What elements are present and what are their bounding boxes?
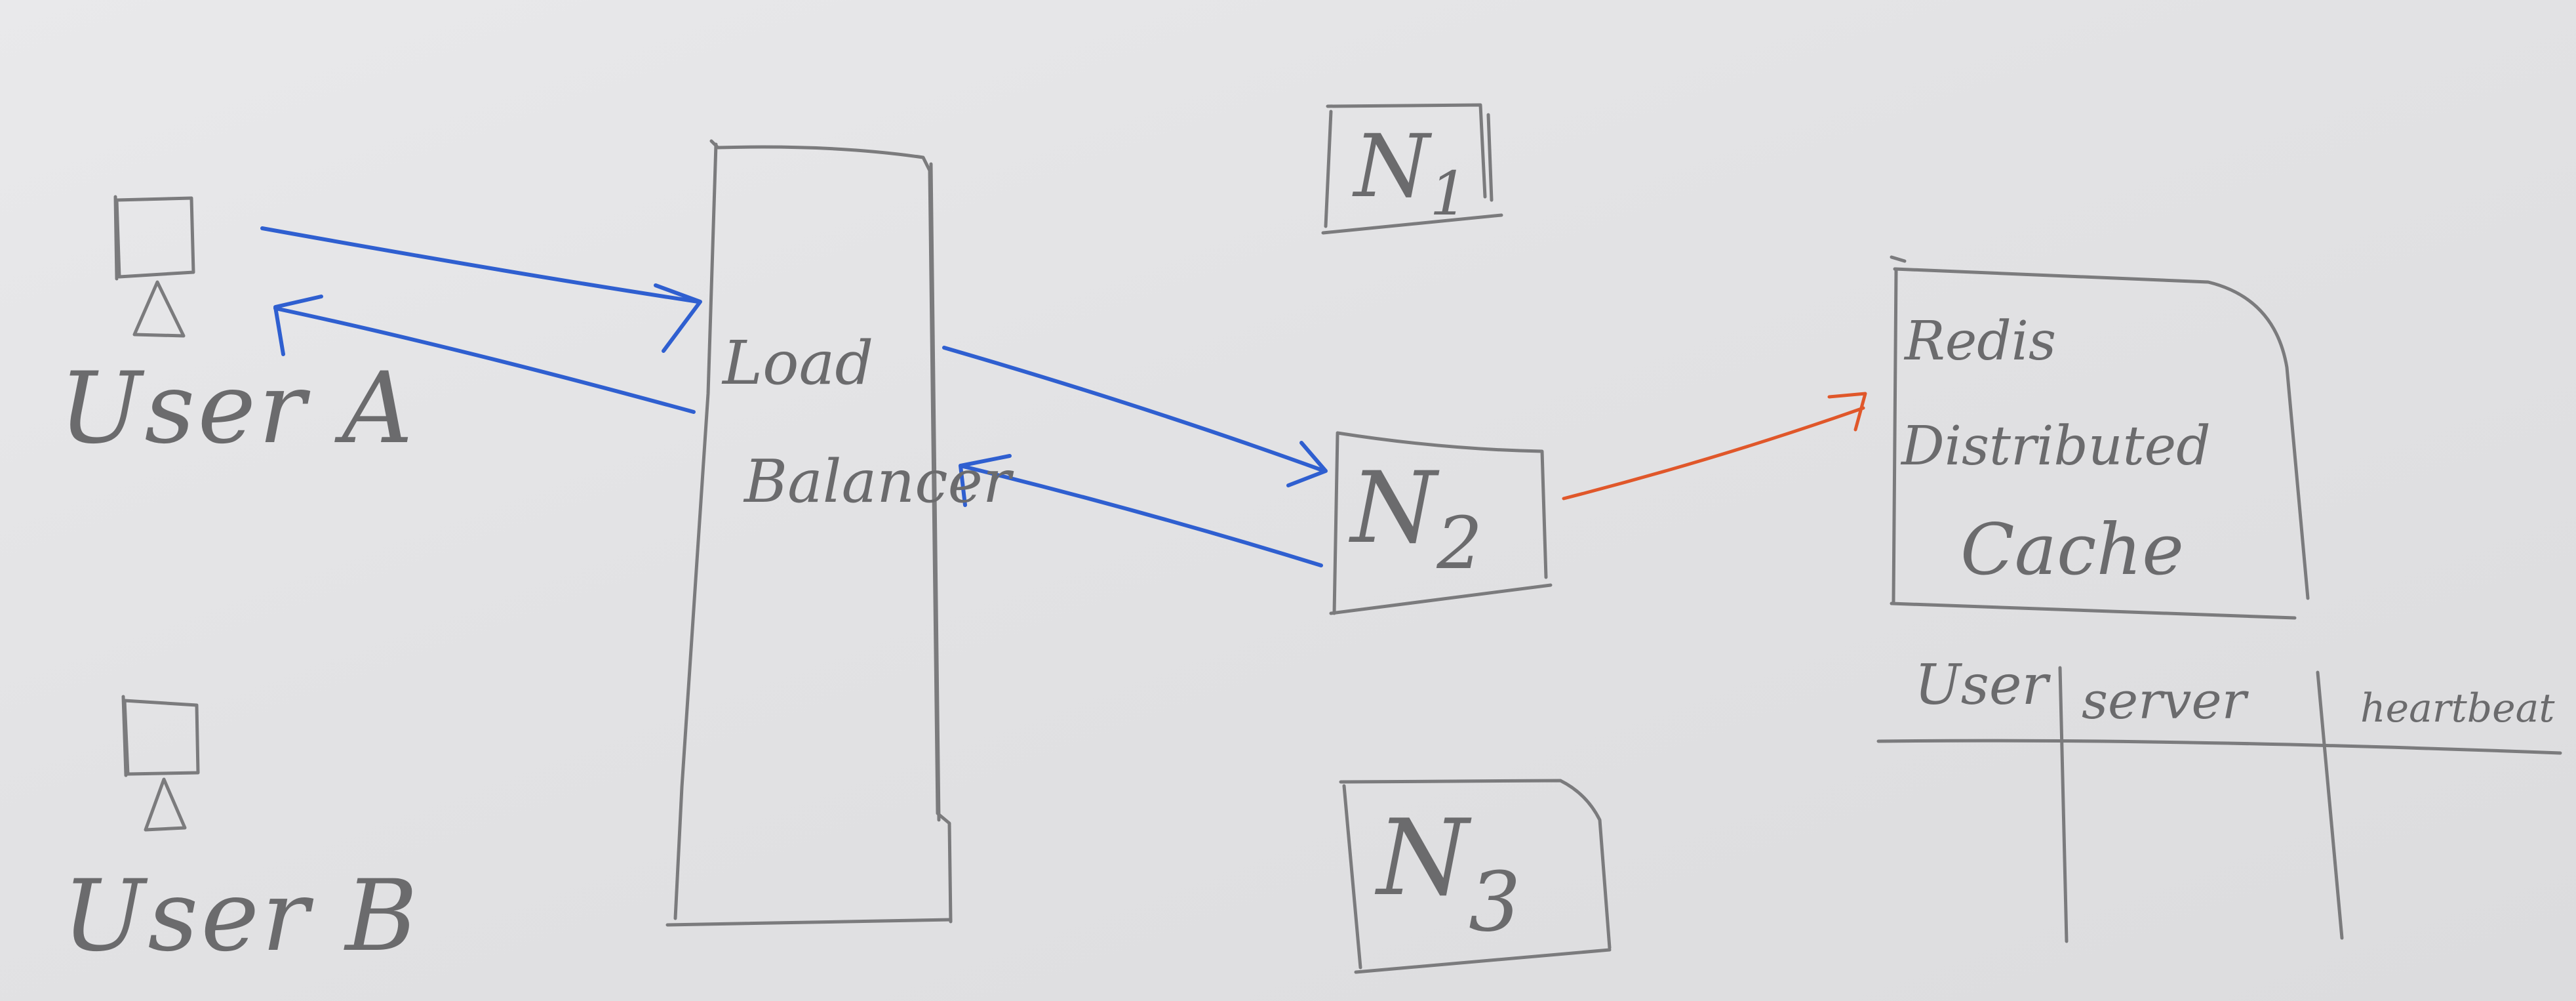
- user-a-computer-icon: [113, 195, 195, 338]
- load-balancer-box: [665, 139, 953, 927]
- n2-to-load-balancer-arrow: [959, 454, 1323, 567]
- user-a-to-load-balancer-arrow: [260, 226, 702, 353]
- user-b-computer-icon: [121, 695, 200, 832]
- node-n1-letter: N: [1354, 116, 1430, 217]
- node-n1-label: N1: [1354, 123, 1468, 224]
- user-b-label: User B: [62, 859, 420, 973]
- whiteboard-diagram: User A User B Load Balancer N1 N2 N3 Red…: [0, 0, 2576, 1001]
- table-header-heartbeat: heartbeat: [2360, 685, 2555, 731]
- node-n3-label: N3: [1377, 806, 1521, 944]
- node-n3-letter: N: [1377, 796, 1469, 919]
- sketch-layer: [113, 103, 2562, 974]
- table-header-user: User: [1914, 653, 2048, 717]
- redis-label-line3: Cache: [1960, 509, 2184, 591]
- user-a-label: User A: [59, 352, 416, 466]
- redis-label-line1: Redis: [1905, 310, 2057, 373]
- redis-label-line2: Distributed: [1901, 415, 2211, 478]
- table-header-server: server: [2082, 672, 2246, 731]
- load-balancer-label-line1: Load: [723, 328, 874, 398]
- node-n2-letter: N: [1351, 451, 1437, 565]
- node-n2-label: N2: [1351, 459, 1482, 579]
- node-n3-subscript: 3: [1469, 855, 1521, 950]
- node-n1-subscript: 1: [1429, 159, 1469, 229]
- node-n2-subscript: 2: [1437, 501, 1483, 585]
- n2-to-redis-arrow: [1562, 392, 1867, 500]
- load-balancer-label-line2: Balancer: [744, 447, 1011, 516]
